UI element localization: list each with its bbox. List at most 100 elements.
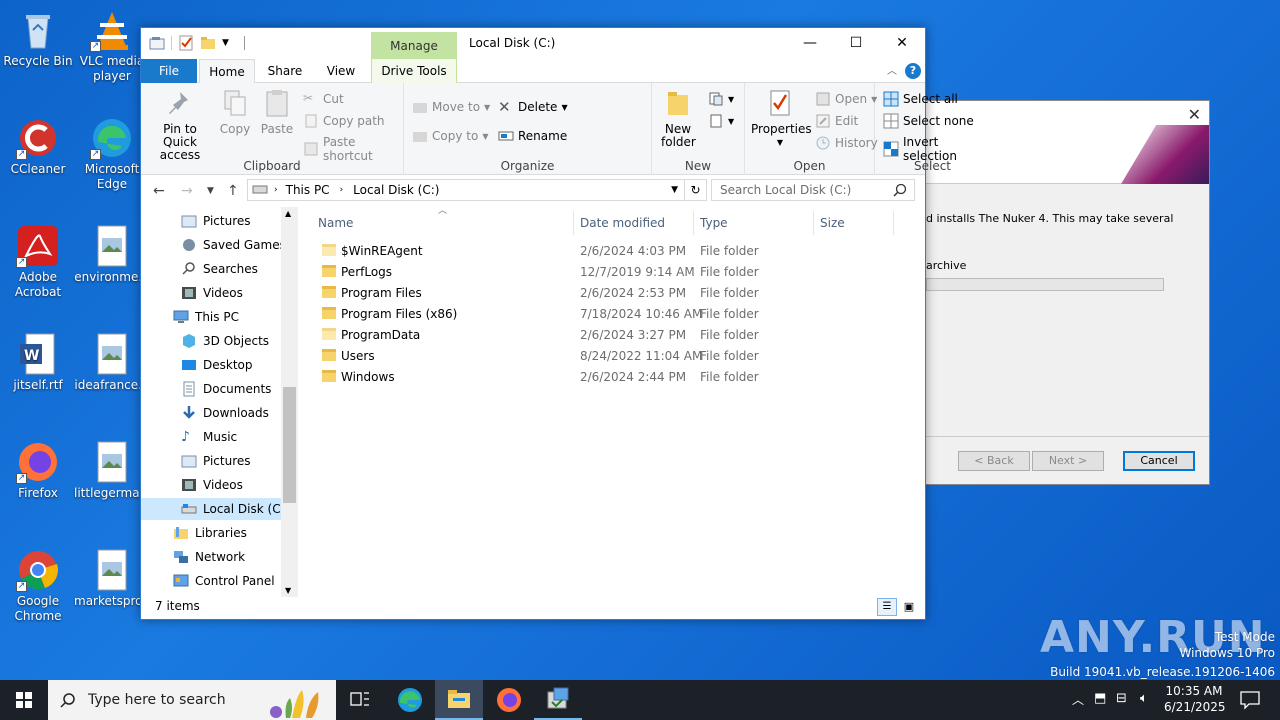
copy-path-button[interactable]: Copy path (303, 113, 385, 129)
scroll-up-icon[interactable]: ▲ (285, 209, 291, 218)
nav-item-local-disk[interactable]: Local Disk (C:) (141, 498, 289, 520)
scrollbar-thumb[interactable] (283, 387, 296, 503)
copy-button[interactable]: Copy (217, 89, 253, 136)
large-icons-view-icon[interactable]: ▣ (899, 598, 919, 616)
tab-view[interactable]: View (319, 59, 363, 83)
tab-home[interactable]: Home (199, 59, 255, 84)
nav-item-searches[interactable]: Searches (181, 258, 258, 280)
cancel-button[interactable]: Cancel (1123, 451, 1195, 471)
tab-drive-tools[interactable]: Drive Tools (371, 59, 457, 83)
next-button[interactable]: Next > (1032, 451, 1104, 471)
nav-item-desktop[interactable]: Desktop (181, 354, 253, 376)
desktop-icon-chrome[interactable]: ↗ Google Chrome (0, 548, 76, 624)
desktop-icon-edge[interactable]: ↗ Microsoft Edge (74, 116, 150, 192)
nav-item-3d-objects[interactable]: 3D Objects (181, 330, 269, 352)
column-header-name[interactable]: Name (312, 211, 574, 235)
properties-button[interactable]: Properties ▼ (751, 89, 812, 149)
taskbar-file-explorer[interactable] (435, 680, 483, 720)
nav-item-downloads[interactable]: Downloads (181, 402, 269, 424)
copy-to-button[interactable]: Copy to ▼ (412, 128, 488, 144)
recent-locations-icon[interactable]: ▼ (207, 186, 214, 196)
scroll-down-icon[interactable]: ▼ (285, 586, 291, 595)
history-button[interactable]: History (815, 135, 878, 151)
network-icon[interactable]: ⬒ (1094, 691, 1106, 706)
select-all-button[interactable]: Select all (883, 91, 958, 107)
select-none-button[interactable]: Select none (883, 113, 974, 129)
tab-file[interactable]: File (141, 59, 197, 83)
table-row[interactable]: PerfLogs 12/7/2019 9:14 AM File folder (316, 262, 876, 283)
help-icon[interactable]: ? (905, 63, 921, 79)
cut-button[interactable]: ✂ Cut (303, 91, 344, 107)
nav-item-saved-games[interactable]: Saved Games (181, 234, 286, 256)
desktop-icon-jitself[interactable]: W jitself.rtf (0, 332, 76, 393)
up-arrow-icon[interactable]: ↑ (227, 183, 239, 199)
pin-quick-access-button[interactable]: Pin to Quick access (147, 89, 213, 162)
refresh-icon[interactable]: ↻ (684, 180, 706, 200)
easy-access-button[interactable]: ▼ (708, 113, 734, 129)
details-view-icon[interactable]: ☰ (877, 598, 897, 616)
desktop-icon-ideafrance[interactable]: ideafrance... (74, 332, 150, 393)
maximize-icon[interactable]: ☐ (833, 28, 879, 58)
nav-item-pictures[interactable]: Pictures (181, 450, 251, 472)
edit-button[interactable]: Edit (815, 113, 858, 129)
move-to-button[interactable]: Move to ▼ (412, 99, 490, 115)
new-item-button[interactable]: ▼ (708, 91, 734, 107)
ethernet-icon[interactable]: ⊟ (1116, 691, 1127, 706)
column-header-date[interactable]: Date modified (574, 211, 694, 235)
table-row[interactable]: Program Files (x86) 7/18/2024 10:46 AM Fil… (316, 304, 876, 325)
address-bar[interactable]: › This PC › Local Disk (C:) ▼ ↻ (247, 179, 707, 201)
start-button[interactable] (0, 680, 48, 720)
desktop-icon-environme[interactable]: environme... (74, 224, 150, 285)
rename-button[interactable]: Rename (498, 128, 567, 144)
table-row[interactable]: ProgramData 2/6/2024 3:27 PM File folder (316, 325, 876, 346)
search-input[interactable]: Search Local Disk (C:) (711, 179, 915, 201)
nav-item-control-panel[interactable]: Control Panel (173, 570, 275, 592)
desktop-icon-ccleaner[interactable]: ↗ CCleaner (0, 116, 76, 177)
nav-item-videos[interactable]: Videos (181, 282, 243, 304)
open-button[interactable]: Open ▼ (815, 91, 877, 107)
forward-arrow-icon[interactable]: → (181, 183, 193, 199)
breadcrumb-local-disk[interactable]: Local Disk (C:) (353, 183, 439, 197)
desktop-icon-recycle-bin[interactable]: Recycle Bin (0, 8, 76, 69)
desktop-icon-littlegerma[interactable]: littlegerma... (74, 440, 151, 501)
desktop-icon-marketspro[interactable]: marketspro... (74, 548, 154, 609)
nav-item-documents[interactable]: Documents (181, 378, 271, 400)
back-button[interactable]: < Back (958, 451, 1030, 471)
properties-qat-icon[interactable] (178, 35, 194, 51)
nav-scrollbar[interactable]: ▲ ▼ (281, 207, 298, 597)
desktop-icon-firefox[interactable]: ↗ Firefox (0, 440, 76, 501)
minimize-icon[interactable]: — (787, 28, 833, 58)
paste-button[interactable]: Paste (257, 89, 297, 136)
nav-item-videos[interactable]: Videos (181, 474, 243, 496)
volume-icon[interactable]: 🔈︎ (1140, 691, 1148, 706)
nav-item-network[interactable]: Network (173, 546, 245, 568)
close-icon[interactable]: ✕ (879, 28, 925, 58)
table-row[interactable]: Users 8/24/2022 11:04 AM File folder (316, 346, 876, 367)
breadcrumb-this-pc[interactable]: This PC (286, 183, 330, 197)
nav-item-pictures[interactable]: Pictures (181, 210, 251, 232)
close-icon[interactable]: ✕ (1188, 105, 1201, 124)
table-row[interactable]: Program Files 2/6/2024 2:53 PM File folder (316, 283, 876, 304)
taskbar-firefox[interactable] (485, 680, 533, 720)
notification-button[interactable] (1232, 680, 1280, 720)
new-folder-qat-icon[interactable] (200, 35, 216, 51)
desktop-icon-vlc[interactable]: ↗ VLC media player (74, 8, 150, 84)
nav-item-music[interactable]: ♪ Music (181, 426, 237, 448)
table-row[interactable]: $WinREAgent 2/6/2024 4:03 PM File folder (316, 241, 876, 262)
nav-item-libraries[interactable]: Libraries (173, 522, 247, 544)
collapse-ribbon-icon[interactable]: ︿ (887, 62, 897, 77)
chevron-up-icon[interactable]: ︿ (1072, 691, 1084, 708)
new-folder-button[interactable]: New folder (656, 89, 700, 149)
tab-manage[interactable]: Manage (371, 32, 457, 59)
desktop-icon-acrobat[interactable]: ↗ Adobe Acrobat (0, 224, 76, 300)
task-view-button[interactable] (336, 680, 384, 720)
table-row[interactable]: Windows 2/6/2024 2:44 PM File folder (316, 367, 876, 388)
delete-button[interactable]: ✕ Delete ▼ (498, 99, 568, 115)
back-arrow-icon[interactable]: ← (153, 183, 165, 199)
clock[interactable]: 10:35 AM 6/21/2025 (1164, 680, 1226, 720)
chevron-down-icon[interactable]: ▼ (671, 185, 678, 195)
column-header-size[interactable]: Size (814, 211, 894, 235)
nav-item-this-pc[interactable]: This PC (173, 306, 239, 328)
taskbar-installer[interactable] (534, 680, 582, 720)
taskbar-edge[interactable] (386, 680, 434, 720)
